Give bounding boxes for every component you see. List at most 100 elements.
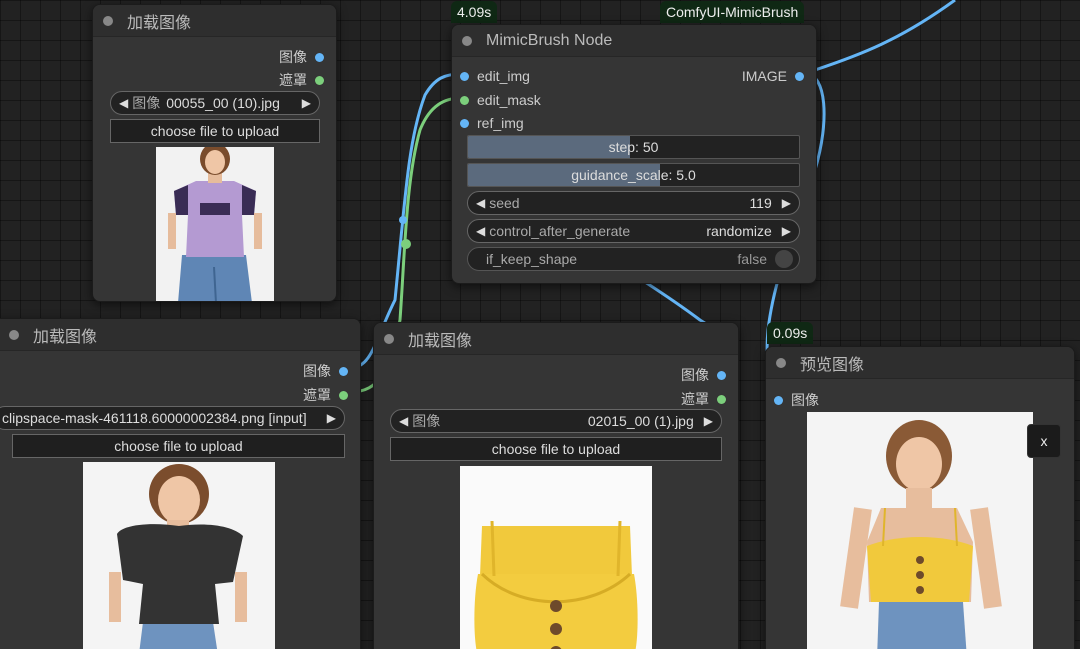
widget-label: seed xyxy=(489,195,520,211)
link-offscreen-top xyxy=(814,0,956,72)
slider-text: guidance_scale: 5.0 xyxy=(571,167,696,183)
arrow-right-icon[interactable]: ▶ xyxy=(782,224,791,238)
arrow-left-icon[interactable]: ◀ xyxy=(119,96,128,110)
input-label: edit_img xyxy=(477,68,530,84)
widget-label: control_after_generate xyxy=(489,223,631,239)
slider-value: 5.0 xyxy=(676,167,696,183)
node-title-bar[interactable]: 加载图像 xyxy=(374,323,738,355)
image-preview xyxy=(807,412,1033,649)
load-image-node-bottom-middle[interactable]: 加载图像 图像 遮罩 ◀ 图像 02015_00 (1).jpg ▶ choos… xyxy=(373,322,739,649)
input-label: ref_img xyxy=(477,115,524,131)
slider-label: guidance_scale xyxy=(571,167,669,183)
arrow-left-icon[interactable]: ◀ xyxy=(399,414,408,428)
input-socket[interactable] xyxy=(460,118,469,128)
widget-label: if_keep_shape xyxy=(486,251,578,267)
input-edit-mask-slot[interactable]: edit_mask xyxy=(460,92,541,108)
upload-button[interactable]: choose file to upload xyxy=(12,434,345,458)
if-keep-shape-toggle[interactable]: if_keep_shape false xyxy=(467,247,800,271)
arrow-right-icon[interactable]: ▶ xyxy=(327,411,336,425)
input-socket[interactable] xyxy=(460,71,469,81)
arrow-left-icon[interactable]: ◀ xyxy=(476,196,485,210)
combo-value: 00055_00 (10).jpg xyxy=(166,95,280,111)
arrow-right-icon[interactable]: ▶ xyxy=(782,196,791,210)
timing-badge: 0.09s xyxy=(767,322,814,344)
output-label: 图像 xyxy=(279,49,307,65)
output-mask-slot[interactable]: 遮罩 xyxy=(279,70,324,90)
input-socket[interactable] xyxy=(460,95,469,105)
output-socket[interactable] xyxy=(315,75,324,85)
node-collapse-dot-icon[interactable] xyxy=(776,357,786,368)
slider-text: step: 50 xyxy=(608,139,659,155)
output-mask-slot[interactable]: 遮罩 xyxy=(681,389,726,409)
widget-value: false xyxy=(737,251,767,267)
output-mask-slot[interactable]: 遮罩 xyxy=(303,385,348,405)
output-label: 图像 xyxy=(681,367,709,383)
node-collapse-dot-icon[interactable] xyxy=(9,329,19,340)
image-combo[interactable]: ◀ 图像 02015_00 (1).jpg ▶ xyxy=(390,409,722,433)
node-title-bar[interactable]: MimicBrush Node xyxy=(452,25,816,57)
output-label: IMAGE xyxy=(741,68,787,84)
link-reroute-green xyxy=(401,239,411,249)
image-combo[interactable]: clipspace-mask-461118.60000002384.png [i… xyxy=(0,406,345,430)
arrow-left-icon[interactable]: ◀ xyxy=(476,224,485,238)
load-image-node-bottom-left[interactable]: 加载图像 图像 遮罩 clipspace-mask-461118.6000000… xyxy=(0,318,361,649)
output-label: 遮罩 xyxy=(303,387,331,403)
control-after-generate-combo[interactable]: ◀ control_after_generate randomize ▶ xyxy=(467,219,800,243)
image-preview xyxy=(460,466,652,649)
output-socket[interactable] xyxy=(717,370,726,380)
input-label: edit_mask xyxy=(477,92,541,108)
node-title-bar[interactable]: 预览图像 xyxy=(766,347,1074,379)
combo-label: 图像 xyxy=(132,95,161,111)
close-icon[interactable]: x xyxy=(1027,424,1061,458)
load-image-node-top-left[interactable]: 加载图像 图像 遮罩 ◀ 图像 00055_00 (10).jpg ▶ choo… xyxy=(92,4,337,302)
preview-image-node[interactable]: 预览图像 图像 xyxy=(765,346,1075,649)
output-socket[interactable] xyxy=(795,71,804,81)
upload-button[interactable]: choose file to upload xyxy=(390,437,722,461)
node-title-bar[interactable]: 加载图像 xyxy=(0,319,360,351)
timing-badge: 4.09s xyxy=(451,1,498,23)
arrow-right-icon[interactable]: ▶ xyxy=(704,414,713,428)
slider-label: step xyxy=(608,139,636,155)
output-socket[interactable] xyxy=(339,366,348,376)
output-label: 图像 xyxy=(303,363,331,379)
output-socket[interactable] xyxy=(339,390,348,400)
widget-value: 119 xyxy=(749,195,772,211)
widget-value: randomize xyxy=(706,223,772,239)
upload-button[interactable]: choose file to upload xyxy=(110,119,320,143)
node-collapse-dot-icon[interactable] xyxy=(103,15,113,26)
input-edit-img-slot[interactable]: edit_img xyxy=(460,68,530,84)
image-combo[interactable]: ◀ 图像 00055_00 (10).jpg ▶ xyxy=(110,91,320,115)
input-socket[interactable] xyxy=(774,395,783,405)
node-collapse-dot-icon[interactable] xyxy=(384,333,394,344)
pack-badge: ComfyUI-MimicBrush xyxy=(660,1,805,23)
input-ref-img-slot[interactable]: ref_img xyxy=(460,115,524,131)
image-preview xyxy=(156,147,274,301)
node-collapse-dot-icon[interactable] xyxy=(462,35,472,46)
output-image-slot[interactable]: 图像 xyxy=(279,47,324,67)
node-title: 预览图像 xyxy=(800,356,865,374)
guidance-scale-slider[interactable]: guidance_scale: 5.0 xyxy=(467,163,800,187)
mimicbrush-node[interactable]: MimicBrush Node edit_img edit_mask ref_i… xyxy=(451,24,817,284)
node-title-bar[interactable]: 加载图像 xyxy=(93,5,336,37)
seed-number-widget[interactable]: ◀ seed 119 ▶ xyxy=(467,191,800,215)
node-title: MimicBrush Node xyxy=(486,31,613,49)
output-label: 遮罩 xyxy=(279,72,307,88)
output-socket[interactable] xyxy=(717,394,726,404)
output-socket[interactable] xyxy=(315,52,324,62)
input-label: 图像 xyxy=(791,392,819,408)
link-reroute-blue xyxy=(399,216,407,224)
combo-label: 图像 xyxy=(412,413,441,429)
node-title: 加载图像 xyxy=(127,14,192,32)
output-image-slot[interactable]: IMAGE xyxy=(742,68,804,84)
node-title: 加载图像 xyxy=(33,328,98,346)
output-label: 遮罩 xyxy=(681,391,709,407)
toggle-knob[interactable] xyxy=(775,250,793,268)
arrow-right-icon[interactable]: ▶ xyxy=(302,96,311,110)
output-image-slot[interactable]: 图像 xyxy=(303,361,348,381)
image-preview xyxy=(83,462,275,649)
step-slider[interactable]: step: 50 xyxy=(467,135,800,159)
output-image-slot[interactable]: 图像 xyxy=(681,365,726,385)
input-image-slot[interactable]: 图像 xyxy=(774,390,819,410)
slider-value: 50 xyxy=(642,139,659,155)
node-title: 加载图像 xyxy=(408,332,473,350)
